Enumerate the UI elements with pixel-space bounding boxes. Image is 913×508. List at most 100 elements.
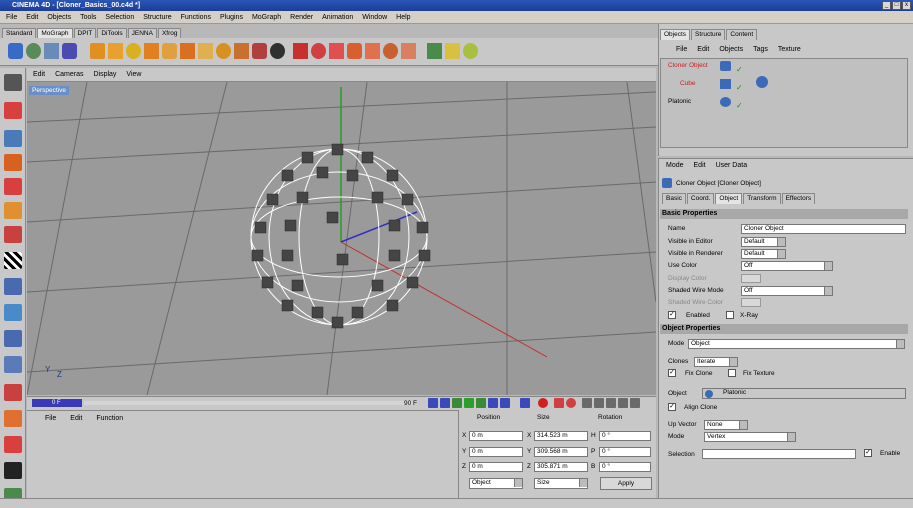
goto-end-icon[interactable] <box>500 398 510 408</box>
moextrude-icon[interactable] <box>347 43 362 59</box>
om-menu-edit[interactable]: Edit <box>697 46 709 53</box>
axis-mode-icon[interactable] <box>4 304 22 321</box>
minimize-button[interactable]: _ <box>882 1 891 10</box>
spline-mask-icon[interactable] <box>311 43 326 59</box>
om-menu-tags[interactable]: Tags <box>753 46 768 53</box>
tab-structure[interactable]: Structure <box>691 29 726 40</box>
rotation-key-icon[interactable] <box>606 398 616 408</box>
plain-effector-icon[interactable] <box>90 43 105 59</box>
bodypaint-icon[interactable] <box>4 436 22 453</box>
tree-item-platonic[interactable]: Platonic <box>668 98 691 106</box>
tab-objects[interactable]: Objects <box>660 29 691 40</box>
om-menu-texture[interactable]: Texture <box>778 46 801 53</box>
align-clone-checkbox[interactable]: ✓ <box>668 403 676 411</box>
prev-key-icon[interactable] <box>440 398 450 408</box>
mode-select[interactable]: Object <box>688 339 905 349</box>
target-effector-icon[interactable] <box>234 43 249 59</box>
param-key-icon[interactable] <box>618 398 628 408</box>
polygons-mode-icon[interactable] <box>4 202 22 219</box>
tracer-tool-icon[interactable] <box>293 43 308 59</box>
menu-render[interactable]: Render <box>290 14 313 21</box>
am-menu-edit[interactable]: Edit <box>694 162 706 169</box>
coord-size-mode-select[interactable]: Size <box>534 478 588 489</box>
menu-window[interactable]: Window <box>362 14 387 21</box>
vp-menu-edit[interactable]: Edit <box>33 71 45 78</box>
menu-edit[interactable]: Edit <box>26 14 38 21</box>
menu-file[interactable]: File <box>6 14 17 21</box>
formula-effector-icon[interactable] <box>126 43 141 59</box>
timeline-scale[interactable] <box>84 401 414 405</box>
coord-mode-select[interactable]: Object <box>469 478 523 489</box>
name-field[interactable]: Cloner Object <box>741 224 906 234</box>
weight-paint-icon[interactable] <box>463 43 478 59</box>
tab-coord[interactable]: Coord. <box>686 193 715 204</box>
tab-transform[interactable]: Transform <box>743 193 781 204</box>
record-mode-icon[interactable] <box>520 398 530 408</box>
model-mode-icon[interactable] <box>4 130 22 147</box>
selection-tool-icon[interactable] <box>445 43 460 59</box>
enabled-checkbox[interactable]: ✓ <box>668 311 676 319</box>
position-x-field[interactable]: 0 m <box>469 431 523 441</box>
polyfx-icon[interactable] <box>427 43 442 59</box>
rotation-b-field[interactable]: 0 ° <box>599 462 651 472</box>
mat-menu-file[interactable]: File <box>45 415 56 422</box>
visibility-check-icons[interactable]: ✓ ✓ ✓ <box>736 61 752 110</box>
viewport-layout-icon[interactable] <box>4 74 22 91</box>
menu-objects[interactable]: Objects <box>47 14 71 21</box>
uv-mode-icon[interactable] <box>4 252 22 269</box>
menu-structure[interactable]: Structure <box>143 14 171 21</box>
keyframe-selection-icon[interactable] <box>566 398 576 408</box>
tab-basic[interactable]: Basic <box>662 193 686 204</box>
paint-tool-icon[interactable] <box>4 410 22 427</box>
step-effector-icon[interactable] <box>216 43 231 59</box>
vp-menu-display[interactable]: Display <box>93 71 116 78</box>
motext-icon[interactable] <box>383 43 398 59</box>
tab-content[interactable]: Content <box>726 29 758 40</box>
apply-button[interactable]: Apply <box>600 477 652 490</box>
make-editable-icon[interactable] <box>4 102 22 119</box>
mospline-icon[interactable] <box>329 43 344 59</box>
moinstance-icon[interactable] <box>365 43 380 59</box>
mat-menu-edit[interactable]: Edit <box>70 415 82 422</box>
fix-clone-checkbox[interactable]: ✓ <box>668 369 676 377</box>
record-icon[interactable] <box>538 398 548 408</box>
menu-plugins[interactable]: Plugins <box>220 14 243 21</box>
next-frame-icon[interactable] <box>476 398 486 408</box>
enable-checkbox[interactable]: ✓ <box>864 449 872 457</box>
perspective-viewport[interactable]: Y Z <box>27 82 656 395</box>
tag-icon[interactable] <box>756 76 768 88</box>
fracture-tool-icon[interactable] <box>26 43 41 59</box>
delay-effector-icon[interactable] <box>108 43 123 59</box>
prev-frame-icon[interactable] <box>452 398 462 408</box>
distribution-mode-select[interactable]: Vertex <box>704 432 796 442</box>
visible-renderer-select[interactable]: Default <box>741 249 786 259</box>
om-menu-objects[interactable]: Objects <box>719 46 743 53</box>
tree-item-cloner[interactable]: Cloner Object <box>668 62 708 70</box>
time-effector-icon[interactable] <box>252 43 267 59</box>
menu-selection[interactable]: Selection <box>105 14 134 21</box>
random-effector-icon[interactable] <box>162 43 177 59</box>
menu-functions[interactable]: Functions <box>181 14 211 21</box>
use-color-select[interactable]: Off <box>741 261 833 271</box>
scale-key-icon[interactable] <box>594 398 604 408</box>
xray-checkbox[interactable] <box>726 311 734 319</box>
snap-tool-icon[interactable] <box>4 356 22 373</box>
position-y-field[interactable]: 0 m <box>469 447 523 457</box>
mat-menu-function[interactable]: Function <box>96 415 123 422</box>
points-mode-icon[interactable] <box>4 154 22 171</box>
clones-select[interactable]: Iterate <box>694 357 738 367</box>
instance-tool-icon[interactable] <box>62 43 77 59</box>
fix-texture-checkbox[interactable] <box>728 369 736 377</box>
tab-effectors[interactable]: Effectors <box>781 193 816 204</box>
menu-animation[interactable]: Animation <box>322 14 353 21</box>
autokey-icon[interactable] <box>554 398 564 408</box>
volume-effector-icon[interactable] <box>270 43 285 59</box>
menu-tools[interactable]: Tools <box>80 14 96 21</box>
position-key-icon[interactable] <box>582 398 592 408</box>
goto-start-icon[interactable] <box>428 398 438 408</box>
tweak-mode-icon[interactable] <box>4 330 22 347</box>
render-view-icon[interactable] <box>4 462 22 479</box>
size-z-field[interactable]: 305.871 m <box>534 462 588 472</box>
next-key-icon[interactable] <box>488 398 498 408</box>
shader-effector-icon[interactable] <box>180 43 195 59</box>
